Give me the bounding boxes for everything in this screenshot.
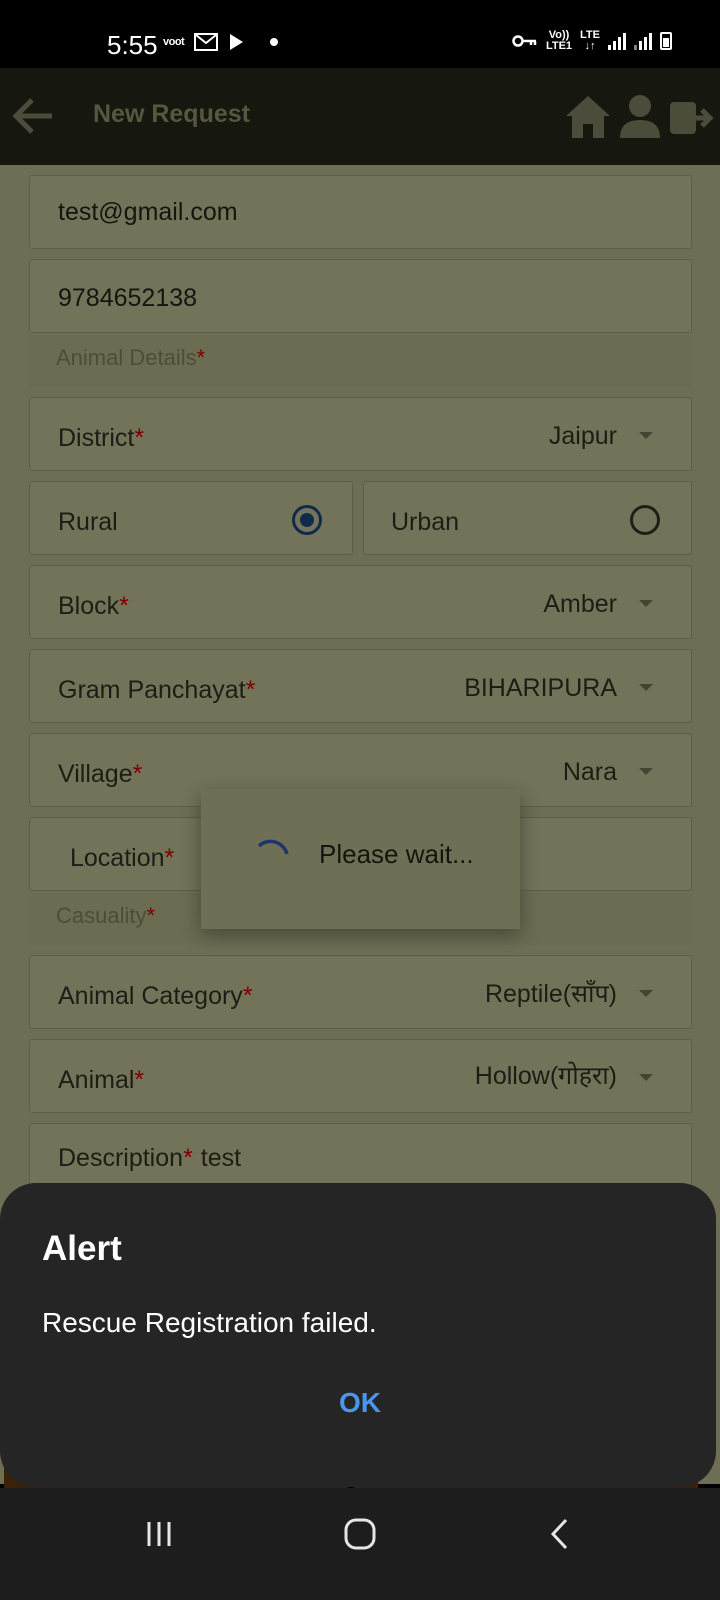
animal-value: Hollow(गोहरा) [474, 1062, 617, 1090]
alert-message: Rescue Registration failed. [42, 1307, 377, 1338]
district-value: Jaipur [548, 422, 617, 450]
block-value: Amber [543, 590, 617, 618]
more-notifications-dot [270, 38, 279, 46]
play-notification-icon [230, 34, 244, 50]
system-status-icons: Vo)) LTE1 LTE ↓↑ [512, 30, 672, 52]
nav-home-icon[interactable] [343, 1517, 377, 1551]
status-bar: 5:55 voot Vo)) LTE1 LTE ↓↑ [0, 0, 720, 68]
gram-panchayat-value: BIHARIPURA [464, 674, 617, 702]
volte-indicator: Vo)) LTE1 [545, 29, 573, 52]
loading-spinner-icon [257, 839, 289, 855]
back-arrow-icon[interactable] [12, 96, 54, 136]
rural-option[interactable]: Rural [29, 481, 353, 555]
district-dropdown[interactable]: District* Jaipur [29, 397, 692, 471]
chevron-down-icon [639, 600, 653, 607]
lte-indicator: LTE ↓↑ [580, 29, 600, 52]
animal-category-dropdown[interactable]: Animal Category* Reptile(साँप) [29, 955, 692, 1029]
battery-icon [660, 32, 672, 50]
signal-strength-2-icon [634, 32, 652, 50]
ok-button[interactable]: OK [318, 1378, 402, 1428]
gmail-notification-icon [194, 33, 219, 51]
animal-dropdown[interactable]: Animal* Hollow(गोहरा) [29, 1039, 692, 1113]
system-navigation-bar [0, 1488, 720, 1600]
home-icon[interactable] [564, 94, 612, 140]
gram-panchayat-dropdown[interactable]: Gram Panchayat* BIHARIPURA [29, 649, 692, 723]
vpn-key-icon [512, 35, 537, 47]
logout-icon[interactable] [668, 98, 714, 138]
notification-icons: voot [163, 33, 279, 51]
profile-icon[interactable] [618, 94, 662, 138]
chevron-down-icon [639, 684, 653, 691]
chevron-down-icon [639, 1074, 653, 1081]
casuality-label: Casuality* [56, 903, 156, 928]
chevron-down-icon [639, 768, 653, 775]
voot-notification-icon: voot [163, 36, 185, 48]
animal-details-label: Animal Details* [56, 345, 206, 370]
urban-option[interactable]: Urban [363, 481, 692, 555]
urban-radio[interactable] [630, 505, 660, 535]
chevron-down-icon [639, 432, 653, 439]
alert-title: Alert [42, 1229, 122, 1268]
nav-back-icon[interactable] [548, 1517, 570, 1551]
email-field[interactable]: test@gmail.com [29, 175, 692, 249]
rural-radio[interactable] [292, 505, 322, 535]
block-dropdown[interactable]: Block* Amber [29, 565, 692, 639]
status-time: 5:55 [107, 30, 158, 60]
recent-apps-icon[interactable] [145, 1518, 173, 1550]
chevron-down-icon [639, 990, 653, 997]
progress-text: Please wait... [319, 839, 474, 869]
phone-field[interactable]: 9784652138 [29, 259, 692, 333]
page-title: New Request [93, 100, 250, 128]
alert-dialog: Alert Rescue Registration failed. OK [0, 1183, 716, 1487]
animal-category-value: Reptile(साँप) [484, 980, 617, 1008]
village-value: Nara [562, 758, 617, 786]
signal-strength-icon [608, 32, 626, 50]
app-bar: New Request [0, 68, 720, 165]
progress-dialog: Please wait... [201, 789, 520, 929]
